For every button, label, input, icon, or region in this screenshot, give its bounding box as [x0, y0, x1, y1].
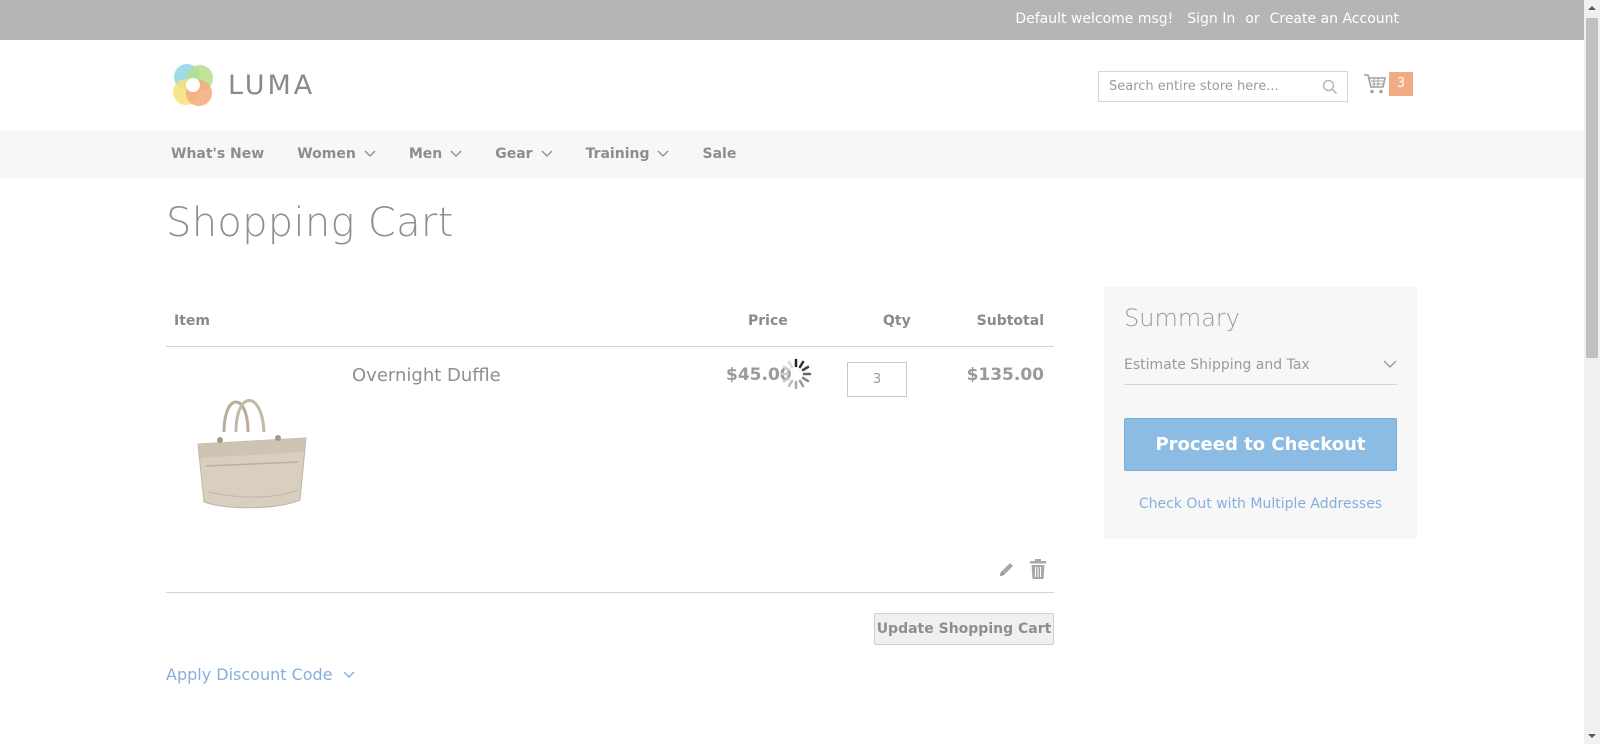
site-header: LUMA 3: [0, 40, 1584, 131]
minicart-link[interactable]: 3: [1363, 72, 1413, 96]
subtotal-column-header: Subtotal: [976, 313, 1044, 329]
chevron-down-icon: [450, 150, 462, 157]
qty-column-header: Qty: [883, 313, 911, 329]
apply-discount-toggle[interactable]: Apply Discount Code: [166, 665, 355, 684]
order-summary: Summary Estimate Shipping and Tax Procee…: [1104, 287, 1417, 539]
main-navigation: What's New Women Men Gear Training Sale: [0, 131, 1584, 178]
top-bar: Default welcome msg! Sign In or Create a…: [0, 0, 1584, 40]
loading-spinner-icon: [780, 358, 812, 390]
nav-item-men[interactable]: Men: [409, 146, 462, 162]
price-column-header: Price: [748, 313, 788, 329]
product-image[interactable]: [186, 382, 316, 522]
nav-item-sale[interactable]: Sale: [702, 146, 736, 162]
nav-item-what-s-new[interactable]: What's New: [171, 146, 264, 162]
chevron-down-icon: [1383, 360, 1397, 368]
product-name[interactable]: Overnight Duffle: [352, 365, 501, 386]
product-subtotal: $135.00: [966, 365, 1044, 385]
nav-item-gear[interactable]: Gear: [495, 146, 553, 162]
scrollbar-thumb[interactable]: [1586, 18, 1598, 358]
trash-icon[interactable]: [1028, 558, 1048, 580]
item-column-header: Item: [174, 313, 210, 329]
or-separator: or: [1245, 11, 1260, 27]
welcome-message: Default welcome msg!: [1015, 11, 1174, 27]
search-input[interactable]: [1099, 72, 1309, 101]
cart-icon: [1364, 74, 1386, 94]
page-scrollbar[interactable]: [1584, 0, 1600, 744]
chevron-down-icon: [343, 671, 355, 678]
nav-item-label: Women: [297, 146, 356, 162]
nav-item-training[interactable]: Training: [586, 146, 670, 162]
nav-list: What's New Women Men Gear Training Sale: [171, 146, 769, 162]
header-divider: [166, 346, 1054, 347]
scroll-up-arrow-icon[interactable]: [1587, 3, 1597, 13]
update-cart-button[interactable]: Update Shopping Cart: [874, 613, 1054, 645]
qty-input[interactable]: [847, 362, 907, 397]
header-links: Default welcome msg! Sign In or Create a…: [1015, 11, 1399, 27]
row-divider: [166, 592, 1054, 593]
summary-title: Summary: [1124, 304, 1240, 332]
nav-item-label: What's New: [171, 146, 265, 162]
scroll-down-arrow-icon[interactable]: [1587, 731, 1597, 741]
product-price: $45.00: [726, 365, 792, 385]
estimate-label: Estimate Shipping and Tax: [1124, 356, 1310, 373]
luma-logo-icon: [173, 64, 213, 106]
page-title: Shopping Cart: [166, 200, 454, 246]
nav-item-label: Training: [585, 146, 650, 162]
chevron-down-icon: [658, 150, 669, 157]
multi-address-checkout-link[interactable]: Check Out with Multiple Addresses: [1104, 496, 1417, 512]
logo-text: LUMA: [228, 69, 316, 101]
discount-label: Apply Discount Code: [166, 665, 333, 684]
logo[interactable]: LUMA: [170, 62, 315, 108]
sign-in-link[interactable]: Sign In: [1187, 11, 1235, 27]
cart-count-badge: 3: [1389, 72, 1413, 96]
chevron-down-icon: [541, 150, 553, 157]
nav-item-women[interactable]: Women: [297, 146, 376, 162]
nav-item-label: Sale: [702, 146, 737, 162]
create-account-link[interactable]: Create an Account: [1270, 11, 1399, 27]
nav-item-label: Men: [408, 146, 443, 162]
edit-icon[interactable]: [997, 559, 1017, 579]
nav-item-label: Gear: [495, 146, 533, 162]
chevron-down-icon: [364, 150, 376, 157]
search-icon[interactable]: [1322, 79, 1338, 95]
search-box: [1098, 71, 1348, 102]
estimate-shipping-toggle[interactable]: Estimate Shipping and Tax: [1124, 345, 1397, 385]
proceed-to-checkout-button[interactable]: Proceed to Checkout: [1124, 418, 1397, 471]
